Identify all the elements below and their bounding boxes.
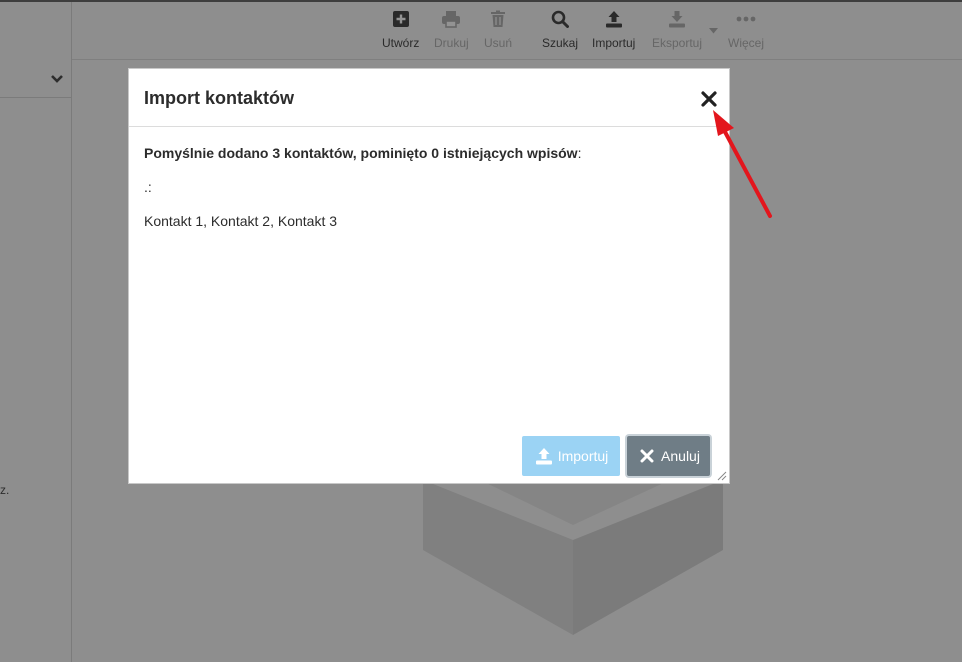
result-message-text: Pomyślnie dodano 3 kontaktów, pominięto … [144,145,578,161]
close-icon[interactable] [700,90,718,108]
import-button[interactable]: Importuj [522,436,620,476]
separator-text: .: [144,179,152,195]
result-message-colon: : [577,145,582,161]
resize-grip-icon[interactable] [717,471,727,481]
import-contacts-dialog: Import kontaktów Pomyślnie dodano 3 kont… [128,68,730,484]
upload-icon [534,446,554,466]
cancel-button-label: Anuluj [661,448,700,464]
dialog-body: Pomyślnie dodano 3 kontaktów, pominięto … [144,145,714,233]
result-message: Pomyślnie dodano 3 kontaktów, pominięto … [144,145,714,165]
import-button-label: Importuj [557,448,609,464]
dialog-title: Import kontaktów [144,88,295,108]
cancel-button[interactable]: Anuluj [627,436,710,476]
dialog-header: Import kontaktów [129,69,729,127]
close-x-icon [637,446,657,466]
contacts-list: Kontakt 1, Kontakt 2, Kontakt 3 [144,213,338,229]
